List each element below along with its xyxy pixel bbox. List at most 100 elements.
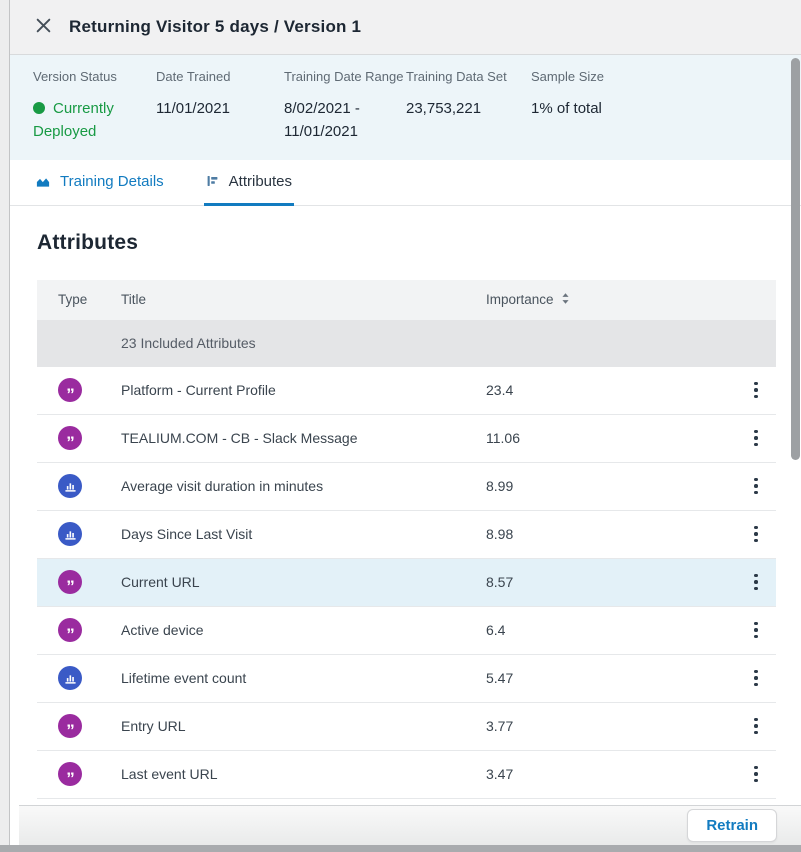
kebab-dot-icon <box>754 779 758 783</box>
row-menu-button[interactable] <box>749 425 763 452</box>
table-row[interactable]: ” Entry URL 3.77 <box>37 703 776 751</box>
table-header-row: Type Title Importance <box>37 280 776 320</box>
close-button[interactable] <box>32 16 54 38</box>
attribute-title: Lifetime event count <box>121 670 486 686</box>
kebab-dot-icon <box>754 628 758 632</box>
row-menu-button[interactable] <box>749 713 763 740</box>
summary-field-value-text: 1% of total <box>531 100 602 117</box>
table-row[interactable]: ” TEALIUM.COM - CB - Slack Message 11.06 <box>37 415 776 463</box>
vertical-scrollbar-thumb[interactable] <box>791 58 800 460</box>
attribute-importance: 23.4 <box>486 382 736 398</box>
kebab-dot-icon <box>754 395 758 399</box>
summary-field-value: 23,753,221 <box>406 97 518 120</box>
kebab-dot-icon <box>754 731 758 735</box>
included-attributes-group-header: 23 Included Attributes <box>37 320 776 367</box>
summary-field: Sample Size 1% of total <box>531 69 604 120</box>
column-header-type: Type <box>58 292 121 307</box>
kebab-dot-icon <box>754 484 758 488</box>
attribute-title: Entry URL <box>121 718 486 734</box>
kebab-dot-icon <box>754 724 758 728</box>
attributes-table: Type Title Importance 23 Included Attrib… <box>37 280 776 799</box>
attribute-importance: 3.77 <box>486 718 736 734</box>
metric-attribute-icon <box>58 474 82 498</box>
summary-field-value-text: 8/02/2021 - 11/01/2021 <box>284 100 360 140</box>
row-menu-button[interactable] <box>749 617 763 644</box>
tab-training-details[interactable]: Training Details <box>33 160 166 206</box>
row-menu-button[interactable] <box>749 521 763 548</box>
tab-label: Training Details <box>60 173 164 190</box>
attribute-title: Last event URL <box>121 766 486 782</box>
table-row[interactable]: ” Lifetime event count 5.47 <box>37 655 776 703</box>
summary-field-value-text: Currently Deployed <box>33 100 114 140</box>
row-menu-button[interactable] <box>749 569 763 596</box>
table-row[interactable]: ” Active device 6.4 <box>37 607 776 655</box>
kebab-dot-icon <box>754 580 758 584</box>
area-chart-icon <box>35 174 51 189</box>
table-row[interactable]: ” Last event URL 3.47 <box>37 751 776 799</box>
string-attribute-icon: ” <box>58 426 82 450</box>
summary-field-value: 8/02/2021 - 11/01/2021 <box>284 97 396 144</box>
table-body: ” Platform - Current Profile 23.4 <box>37 367 776 799</box>
kebab-dot-icon <box>754 443 758 447</box>
tab-attributes[interactable]: Attributes <box>204 160 294 206</box>
row-menu-button[interactable] <box>749 665 763 692</box>
string-attribute-icon: ” <box>58 618 82 642</box>
kebab-dot-icon <box>754 622 758 626</box>
attribute-importance: 5.47 <box>486 670 736 686</box>
row-menu-button[interactable] <box>749 473 763 500</box>
close-icon <box>35 17 52 37</box>
summary-field-label: Training Date Range <box>284 69 406 84</box>
kebab-dot-icon <box>754 718 758 722</box>
status-dot-icon <box>33 102 45 114</box>
attributes-tab-panel: Attributes Type Title Importance 23 Incl… <box>10 206 801 852</box>
table-row[interactable]: ” Days Since Last Visit 8.98 <box>37 511 776 559</box>
attribute-importance: 6.4 <box>486 622 736 638</box>
kebab-dot-icon <box>754 430 758 434</box>
kebab-dot-icon <box>754 491 758 495</box>
panel-title: Returning Visitor 5 days / Version 1 <box>69 17 361 37</box>
kebab-dot-icon <box>754 478 758 482</box>
attribute-importance: 8.98 <box>486 526 736 542</box>
kebab-dot-icon <box>754 436 758 440</box>
column-header-importance: Importance <box>486 292 554 307</box>
kebab-dot-icon <box>754 635 758 639</box>
string-attribute-icon: ” <box>58 714 82 738</box>
kebab-dot-icon <box>754 532 758 536</box>
row-menu-button[interactable] <box>749 761 763 788</box>
kebab-dot-icon <box>754 772 758 776</box>
summary-field-value: 11/01/2021 <box>156 97 268 120</box>
kebab-dot-icon <box>754 670 758 674</box>
importance-sort-header[interactable]: Importance <box>486 292 570 308</box>
summary-field: Date Trained 11/01/2021 <box>156 69 284 120</box>
string-attribute-icon: ” <box>58 570 82 594</box>
attribute-title: Average visit duration in minutes <box>121 478 486 494</box>
kebab-dot-icon <box>754 574 758 578</box>
attribute-importance: 3.47 <box>486 766 736 782</box>
attribute-title: Days Since Last Visit <box>121 526 486 542</box>
summary-field-label: Date Trained <box>156 69 284 84</box>
attribute-importance: 8.99 <box>486 478 736 494</box>
attribute-title: Platform - Current Profile <box>121 382 486 398</box>
attribute-title: Current URL <box>121 574 486 590</box>
panel-header: Returning Visitor 5 days / Version 1 <box>10 0 801 55</box>
retrain-button[interactable]: Retrain <box>687 809 777 842</box>
kebab-dot-icon <box>754 382 758 386</box>
summary-field-value: Currently Deployed <box>33 97 145 144</box>
kebab-dot-icon <box>754 539 758 543</box>
kebab-dot-icon <box>754 683 758 687</box>
summary-field-label: Training Data Set <box>406 69 531 84</box>
summary-field: Training Data Set 23,753,221 <box>406 69 531 120</box>
string-attribute-icon: ” <box>58 378 82 402</box>
table-row[interactable]: ” Average visit duration in minutes 8.99 <box>37 463 776 511</box>
section-title: Attributes <box>37 231 801 255</box>
table-row[interactable]: ” Current URL 8.57 <box>37 559 776 607</box>
tab-bar: Training Details Attributes <box>10 160 801 206</box>
table-row[interactable]: ” Platform - Current Profile 23.4 <box>37 367 776 415</box>
horizontal-bars-icon <box>206 174 220 188</box>
version-summary-bar: Version Status Currently Deployed Date T… <box>10 55 801 160</box>
summary-field-value-text: 11/01/2021 <box>156 100 230 117</box>
summary-field-label: Sample Size <box>531 69 604 84</box>
row-menu-button[interactable] <box>749 377 763 404</box>
panel-footer: Retrain <box>19 805 801 845</box>
summary-field: Training Date Range 8/02/2021 - 11/01/20… <box>284 69 406 144</box>
